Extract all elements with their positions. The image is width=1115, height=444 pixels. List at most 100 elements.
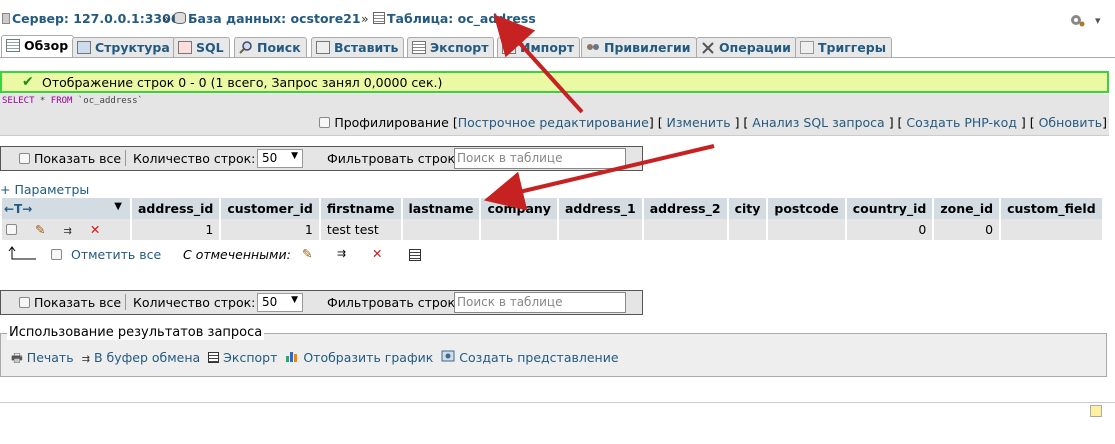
cell-customer-id[interactable]: 1 — [221, 219, 319, 240]
query-results-operations: Использование результатов запроса 🖶 Печа… — [0, 325, 1107, 377]
filter-rows-label: Фильтровать строки: — [327, 295, 468, 310]
privileges-icon — [586, 41, 600, 54]
profiling-checkbox[interactable] — [319, 117, 331, 128]
bulk-delete-icon[interactable]: ✕ — [372, 246, 382, 261]
results-table: ←T→ ▼ address_id customer_id firstname l… — [0, 198, 1104, 240]
create-view-link[interactable]: Создать представление — [441, 350, 619, 365]
edit-pencil-icon[interactable]: ✎ — [35, 222, 45, 237]
edit-link[interactable]: Изменить — [667, 115, 731, 130]
sql-query-box: SELECT * FROM `oc_address` Профилировани… — [0, 94, 1109, 136]
cell-company[interactable] — [481, 219, 557, 240]
filter-rows-input[interactable]: Поиск в таблице — [454, 292, 626, 313]
clipboard-icon: ⇉ — [81, 354, 90, 365]
breadcrumb-database[interactable]: База данных: ocstore21 — [174, 11, 361, 26]
rows-count-select[interactable]: 50 ▼ — [257, 293, 303, 312]
cell-custom-field[interactable] — [1001, 219, 1102, 240]
bulk-export-icon[interactable] — [409, 249, 421, 261]
column-header[interactable]: firstname — [320, 198, 401, 219]
column-header[interactable]: zone_id — [934, 198, 1000, 219]
copy-icon[interactable]: ⇉ — [63, 226, 71, 237]
sql-icon — [178, 41, 192, 54]
cell-zone-id[interactable]: 0 — [934, 219, 1000, 240]
check-all-link[interactable]: Отметить все — [71, 247, 161, 262]
tab-insert[interactable]: Вставить — [311, 37, 405, 57]
rows-count-select[interactable]: 50 ▼ — [257, 149, 303, 168]
cell-firstname[interactable]: test test — [320, 219, 401, 240]
tab-search[interactable]: Поиск — [234, 37, 307, 57]
clipboard-link[interactable]: ⇉ В буфер обмена — [82, 350, 201, 365]
print-link[interactable]: 🖶 Печать — [11, 350, 74, 365]
tab-import[interactable]: Импорт — [497, 37, 581, 57]
create-php-link[interactable]: Создать PHP-код — [906, 115, 1017, 130]
display-chart-link[interactable]: Отобразить график — [285, 350, 433, 365]
navigation-bar-bottom: Показать все Количество строк: 50 ▼ Фильт… — [0, 290, 643, 315]
tab-triggers[interactable]: Триггеры — [795, 37, 893, 57]
show-all-control[interactable]: Показать все — [19, 295, 121, 310]
arrow-corner-icon — [8, 246, 36, 260]
server-icon — [2, 13, 10, 24]
column-header[interactable]: address_1 — [558, 198, 642, 219]
cell-address-id[interactable]: 1 — [132, 219, 220, 240]
column-arrows-icon[interactable]: ←T→ — [4, 202, 32, 216]
column-header[interactable]: custom_field — [1001, 198, 1102, 219]
console-toggle-icon[interactable] — [1090, 405, 1102, 417]
column-header[interactable]: postcode — [768, 198, 845, 219]
browse-icon — [6, 39, 20, 52]
search-icon — [239, 41, 253, 54]
breadcrumb: Сервер: 127.0.0.1:3306 » База данных: oc… — [0, 0, 1115, 36]
delete-icon[interactable]: ✕ — [90, 222, 100, 237]
breadcrumb-separator: » — [162, 11, 170, 26]
check-all-bar: Отметить все С отмеченными: ✎ ⇉ ✕ — [0, 244, 460, 268]
row-checkbox[interactable] — [6, 224, 17, 235]
breadcrumb-separator: » — [361, 11, 369, 26]
tab-sql[interactable]: SQL — [173, 37, 230, 57]
insert-icon — [316, 41, 330, 54]
breadcrumb-table[interactable]: Таблица: oc_address — [373, 11, 536, 26]
column-header[interactable]: country_id — [846, 198, 933, 219]
bulk-edit-icon[interactable]: ✎ — [302, 246, 312, 261]
cell-lastname[interactable] — [402, 219, 480, 240]
show-all-control[interactable]: Показать все — [19, 151, 121, 166]
filter-rows-input[interactable]: Поиск в таблице — [454, 148, 626, 169]
cell-address-1[interactable] — [558, 219, 642, 240]
checkmark-icon: ✔ — [22, 74, 34, 90]
tab-structure[interactable]: Структура — [72, 37, 176, 57]
bulk-copy-icon[interactable]: ⇉ — [337, 247, 346, 260]
structure-icon — [77, 41, 91, 54]
column-header[interactable]: address_2 — [643, 198, 727, 219]
tab-privileges[interactable]: Привилегии — [581, 37, 697, 57]
row-controls-header: ←T→ ▼ — [2, 198, 130, 219]
column-header[interactable]: company — [481, 198, 557, 219]
row-actions: ✎ ⇉ ✕ — [2, 219, 130, 240]
table-header-row: ←T→ ▼ address_id customer_id firstname l… — [2, 198, 1102, 219]
check-all-checkbox[interactable] — [51, 249, 62, 260]
tab-operations[interactable]: Операции — [696, 37, 797, 57]
query-ops-legend: Использование результатов запроса — [7, 325, 265, 340]
cell-postcode[interactable] — [768, 219, 845, 240]
navigation-bar-top: Показать все Количество строк: 50 ▼ Фильт… — [0, 146, 643, 171]
filter-rows-label: Фильтровать строки: — [327, 151, 468, 166]
sql-query-text: SELECT * FROM `oc_address` — [2, 96, 143, 106]
column-header[interactable]: customer_id — [221, 198, 319, 219]
cell-country-id[interactable]: 0 — [846, 219, 933, 240]
inline-edit-link[interactable]: Построчное редактирование — [458, 115, 649, 130]
column-header[interactable]: lastname — [402, 198, 480, 219]
export-link[interactable]: Экспорт — [208, 350, 277, 365]
breadcrumb-server[interactable]: Сервер: 127.0.0.1:3306 — [2, 11, 180, 26]
column-header[interactable]: address_id — [132, 198, 220, 219]
cell-city[interactable] — [728, 219, 767, 240]
settings-gear-icon[interactable] — [1069, 13, 1085, 27]
refresh-link[interactable]: Обновить — [1039, 115, 1103, 130]
cell-address-2[interactable] — [643, 219, 727, 240]
column-header[interactable]: city — [728, 198, 767, 219]
tab-browse[interactable]: Обзор — [1, 35, 75, 58]
tab-export[interactable]: Экспорт — [407, 37, 495, 57]
explain-sql-link[interactable]: Анализ SQL запроса — [752, 115, 884, 130]
collapse-arrow-icon[interactable]: ▾ — [1095, 14, 1101, 27]
sort-dropdown-icon[interactable]: ▼ — [114, 201, 122, 212]
table-row: ✎ ⇉ ✕ 1 1 test test 0 0 — [2, 219, 1102, 240]
export-icon — [412, 41, 426, 54]
footer-divider — [0, 402, 1115, 403]
options-toggle[interactable]: + Параметры — [0, 182, 89, 197]
chart-icon — [285, 350, 299, 365]
